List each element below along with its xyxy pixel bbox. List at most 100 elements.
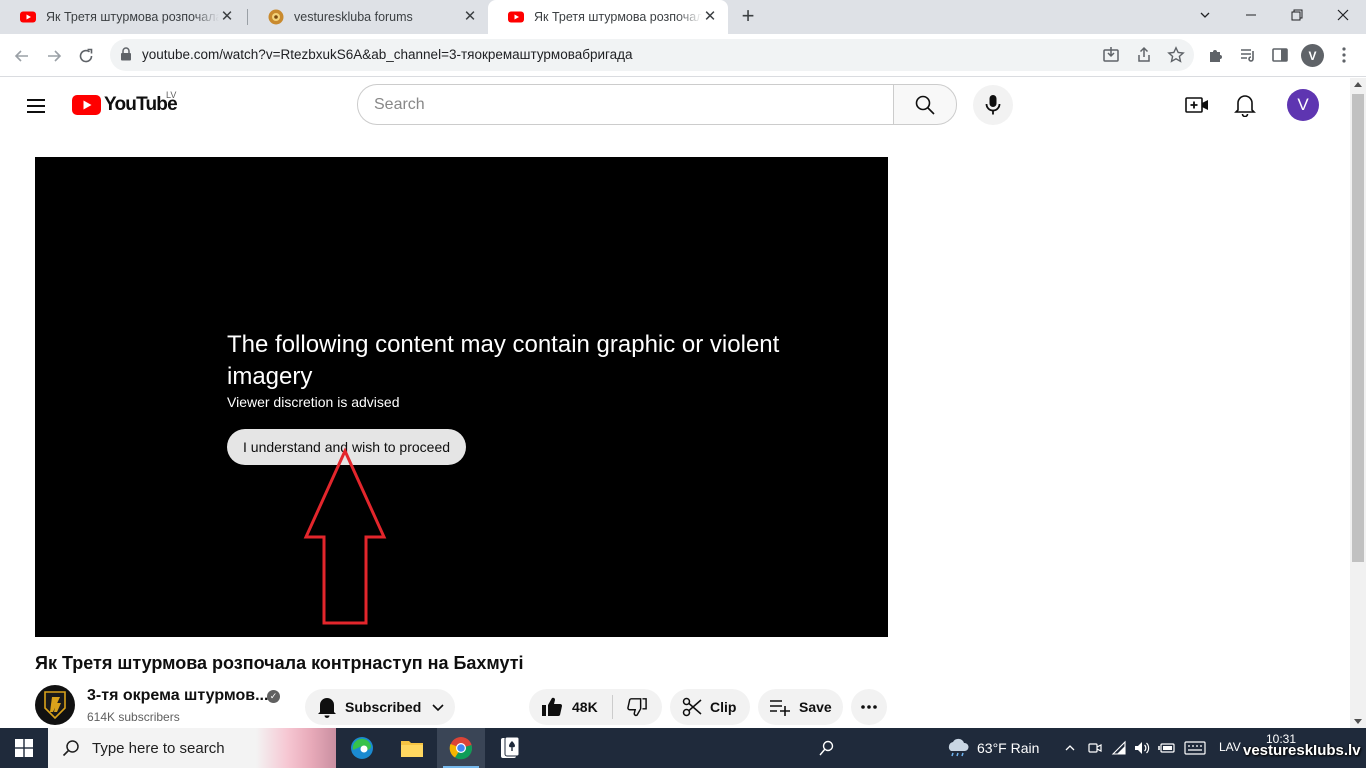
search-button[interactable] [893,84,957,125]
page-scrollbar[interactable] [1350,78,1366,728]
back-arrow-icon[interactable] [8,42,36,70]
reload-icon[interactable] [72,42,100,70]
subscriber-count: 614K subscribers [87,710,180,724]
browser-tab-2[interactable]: vesturesklubа forums ✕ [248,0,488,34]
lock-icon [121,47,131,61]
search-people-icon[interactable] [817,738,837,758]
meet-now-icon[interactable] [1085,738,1105,758]
youtube-header: YouTube LV V [0,78,1350,134]
weather-text[interactable]: 63°F Rain [977,740,1039,756]
scroll-up-arrow-icon[interactable] [1354,82,1362,87]
browser-menu-icon[interactable] [1333,44,1355,66]
youtube-logo-icon [72,95,101,115]
install-app-icon[interactable] [1100,44,1122,66]
country-code: LV [166,90,177,100]
more-actions-button[interactable] [851,689,887,725]
guide-menu-icon[interactable] [24,94,48,118]
search-box[interactable] [357,84,894,125]
tab-title: Як Третя штурмова розпочала контрнаступ [46,10,219,24]
verified-check-icon: ✓ [267,690,280,703]
video-title: Як Третя штурмова розпочала контрнаступ … [35,653,524,673]
search-input[interactable] [358,85,894,124]
address-bar[interactable]: youtube.com/watch?v=RtezbxukS6A&ab_chann… [110,39,1194,71]
like-count: 48K [572,699,598,715]
browser-tab-strip: Як Третя штурмова розпочала контрнаступ … [0,0,1366,34]
new-tab-plus-icon[interactable]: + [736,5,760,29]
share-icon[interactable] [1133,44,1155,66]
brigade-emblem-icon [44,691,66,720]
taskbar-search-box[interactable]: Type here to search [48,728,336,768]
taskbar-search-placeholder: Type here to search [92,739,225,757]
thumbs-up-icon [541,696,563,718]
network-wifi-icon[interactable] [1109,738,1129,758]
browser-toolbar: youtube.com/watch?v=RtezbxukS6A&ab_chann… [0,34,1366,77]
clip-label: Clip [710,699,737,715]
tab-close-icon[interactable]: ✕ [462,9,478,25]
side-panel-icon[interactable] [1269,44,1291,66]
battery-icon[interactable] [1157,738,1177,758]
solitaire-icon[interactable] [486,728,534,768]
content-warning-title: The following content may contain graphi… [227,331,780,390]
channel-avatar[interactable] [35,685,75,725]
media-queue-icon[interactable] [1237,44,1259,66]
volume-icon[interactable] [1132,738,1152,758]
video-player[interactable]: The following content may contain graphi… [35,157,888,637]
browser-profile-avatar[interactable]: V [1301,44,1324,67]
tab-close-icon[interactable]: ✕ [219,9,235,25]
clip-button[interactable]: Clip [670,689,750,725]
more-horizontal-icon [860,704,878,710]
close-window-icon[interactable] [1320,0,1366,30]
minimize-icon[interactable] [1228,0,1274,30]
weather-rain-icon[interactable] [944,738,972,758]
subscribed-label: Subscribed [345,699,422,715]
browser-tab-3[interactable]: Як Третя штурмова розпочала контрнаступ … [488,0,728,34]
input-language[interactable]: LAV [1219,740,1241,754]
proceed-button[interactable]: I understand and wish to proceed [227,429,467,465]
dislike-button[interactable] [613,697,661,717]
subscribed-button[interactable]: Subscribed [305,689,455,725]
forum-favicon-icon [268,9,284,25]
notifications-bell-icon[interactable] [1232,92,1258,118]
search-highlight-art [256,728,336,768]
like-dislike-group: 48K [529,689,662,725]
save-button[interactable]: Save [758,689,843,725]
content-warning-subtitle: Viewer discretion is advised [227,394,400,410]
browser-tab-1[interactable]: Як Третя штурмова розпочала контрнаступ … [0,0,245,34]
tab-search-chevron-icon[interactable] [1182,0,1228,30]
youtube-favicon-icon [508,11,524,23]
chevron-down-icon [431,700,445,714]
keyboard-icon[interactable] [1184,738,1206,758]
file-explorer-icon[interactable] [388,728,436,768]
voice-search-button[interactable] [973,85,1013,125]
show-hidden-icons-chevron-icon[interactable] [1060,738,1080,758]
microphone-icon [985,95,1001,115]
extensions-puzzle-icon[interactable] [1205,44,1227,66]
restore-icon[interactable] [1274,0,1320,30]
account-avatar[interactable]: V [1287,89,1319,121]
youtube-favicon-icon [20,11,36,23]
bell-icon [317,696,337,718]
scroll-down-arrow-icon[interactable] [1354,719,1362,724]
scissors-icon [682,697,702,717]
create-video-icon[interactable] [1184,92,1210,118]
youtube-logo[interactable]: YouTube LV [72,90,178,116]
search-icon [915,95,935,115]
save-label: Save [799,699,832,715]
bookmark-star-icon[interactable] [1165,44,1187,66]
url-text: youtube.com/watch?v=RtezbxukS6A&ab_chann… [142,47,633,62]
thumbs-down-icon [627,697,647,717]
channel-name[interactable]: 3-тя окрема штурмов... [87,687,268,705]
scrollbar-thumb[interactable] [1352,94,1364,562]
site-watermark: vestureskIubs.lv [1243,742,1361,759]
forward-arrow-icon[interactable] [40,42,68,70]
edge-browser-icon[interactable] [338,728,386,768]
red-annotation-arrow-icon [303,447,387,625]
chrome-browser-icon[interactable] [437,728,485,768]
tab-title: Як Третя штурмова розпочала контрнаступ [534,10,702,24]
windows-start-icon[interactable] [0,728,48,768]
add-to-playlist-icon [769,697,791,717]
like-button[interactable]: 48K [529,696,612,718]
windows-taskbar: Type here to search 63°F Rain LAV 10:31 [0,728,1366,768]
tab-title: vesturesklubа forums [294,10,413,24]
tab-close-icon[interactable]: ✕ [702,9,718,25]
